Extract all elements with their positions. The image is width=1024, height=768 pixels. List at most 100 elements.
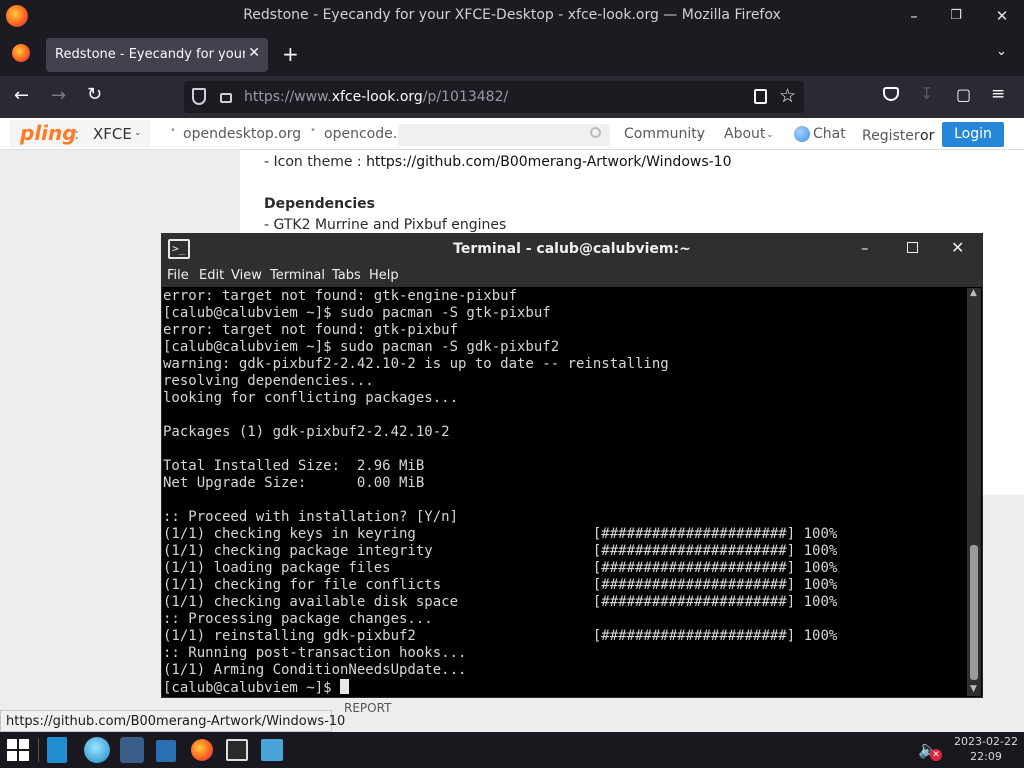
close-icon[interactable]: ✕ <box>992 6 1012 26</box>
back-icon[interactable]: ← <box>14 85 29 106</box>
terminal-line: warning: gdk-pixbuf2-2.42.10-2 is up to … <box>163 356 669 372</box>
terminal-line: (1/1) Arming ConditionNeedsUpdate... <box>163 662 467 678</box>
terminal-taskbar-icon[interactable] <box>226 739 248 761</box>
chevron-down-icon: ⌄ <box>134 128 142 138</box>
tab-title: Redstone - Eyecandy for your XFCE-Deskto… <box>55 47 245 62</box>
shield-icon[interactable] <box>192 88 206 105</box>
chat-icon[interactable] <box>794 126 810 142</box>
terminal-maximize-icon[interactable] <box>907 242 918 253</box>
terminal-title: Terminal - calub@calubviem:~ <box>453 241 691 257</box>
chevron-down-icon: ⌄ <box>696 130 704 140</box>
terminal-title-bar[interactable]: >_ Terminal - calub@calubviem:~ – ✕ <box>161 233 983 265</box>
restore-icon[interactable]: ❐ <box>946 6 966 26</box>
link-status-preview: https://github.com/B00merang-Artwork/Win… <box>0 710 345 732</box>
menu-edit[interactable]: Edit <box>199 268 224 283</box>
section-dropdown[interactable]: XFCE <box>93 125 132 143</box>
terminal-line: looking for conflicting packages... <box>163 390 459 406</box>
or-text: or <box>920 128 935 144</box>
dependencies-heading: Dependencies <box>264 196 376 212</box>
tab-close-icon[interactable]: ✕ <box>248 45 260 61</box>
link-opencode[interactable]: opencode.net <box>324 126 396 142</box>
downloads-icon[interactable]: ↧ <box>920 84 933 103</box>
terminal-line: error: target not found: gtk-pixbuf <box>163 322 459 338</box>
terminal-line: (1/1) checking available disk space [###… <box>163 594 838 610</box>
terminal-scroll-thumb[interactable] <box>970 545 978 680</box>
url-text[interactable]: https://www.xfce-look.org/p/1013482/ <box>244 89 508 105</box>
terminal-line: :: Running post-transaction hooks... <box>163 645 467 661</box>
menu-help[interactable]: Help <box>369 268 399 283</box>
terminal-line: error: target not found: gtk-engine-pixb… <box>163 288 518 304</box>
site-search-input[interactable] <box>398 124 610 146</box>
menu-view[interactable]: View <box>231 268 262 283</box>
terminal-minimize-icon[interactable]: – <box>861 239 869 257</box>
start-menu-icon[interactable] <box>7 739 29 761</box>
terminal-output[interactable]: error: target not found: gtk-engine-pixb… <box>163 288 965 696</box>
browser-title-bar: Redstone - Eyecandy for your XFCE-Deskto… <box>0 0 1024 32</box>
terminal-line: resolving dependencies... <box>163 373 374 389</box>
lock-icon[interactable] <box>220 93 232 103</box>
extensions-icon[interactable]: ▢ <box>956 85 971 104</box>
list-tabs-icon[interactable]: ⌄ <box>996 44 1007 59</box>
new-tab-icon[interactable]: + <box>282 42 299 66</box>
icon-theme-link[interactable]: https://github.com/B00merang-Artwork/Win… <box>366 154 731 170</box>
terminal-line: (1/1) checking for file conflicts [#####… <box>163 577 838 593</box>
firefox-view-icon[interactable] <box>12 44 30 62</box>
terminal-close-icon[interactable]: ✕ <box>951 238 964 257</box>
menu-icon[interactable]: ≡ <box>991 84 1005 104</box>
login-button[interactable]: Login <box>942 122 1004 147</box>
mute-badge-icon: ✕ <box>930 749 942 761</box>
menu-file[interactable]: File <box>167 268 189 283</box>
chat-link[interactable]: Chat <box>813 126 846 142</box>
menu-tabs[interactable]: Tabs <box>332 268 361 283</box>
community-dropdown[interactable]: Community <box>624 126 705 142</box>
taskbar-separator <box>38 738 39 762</box>
register-link[interactable]: Register <box>862 128 920 144</box>
terminal-line: (1/1) loading package files [###########… <box>163 560 838 576</box>
logo-colon: : <box>74 125 80 143</box>
icon-theme-line: - Icon theme : https://github.com/B00mer… <box>264 154 732 170</box>
url-bar[interactable]: https://www.xfce-look.org/p/1013482/ ☆ <box>184 81 804 113</box>
site-logo[interactable]: pling <box>20 121 77 145</box>
bookmark-star-icon[interactable]: ☆ <box>779 85 796 107</box>
file-manager-icon[interactable] <box>156 740 176 762</box>
terminal-line: Net Upgrade Size: 0.00 MiB <box>163 475 425 491</box>
image-viewer-icon[interactable] <box>261 739 283 761</box>
reader-view-icon[interactable] <box>754 89 767 104</box>
report-link[interactable]: REPORT <box>344 701 391 715</box>
chevron-down-icon: ⌄ <box>766 130 774 140</box>
terminal-line: (1/1) checking keys in keyring [########… <box>163 526 838 542</box>
tab-active[interactable]: Redstone - Eyecandy for your XFCE-Deskto… <box>46 38 268 72</box>
terminal-line: Total Installed Size: 2.96 MiB <box>163 458 425 474</box>
window-title: Redstone - Eyecandy for your XFCE-Deskto… <box>243 7 781 23</box>
scroll-down-icon[interactable]: ▼ <box>970 684 977 694</box>
clock-date: 2023-02-22 <box>954 735 1018 748</box>
about-dropdown[interactable]: About <box>724 126 765 142</box>
dot-icon: • <box>310 125 316 136</box>
settings-manager-icon[interactable] <box>120 737 144 763</box>
search-icon[interactable] <box>590 127 601 138</box>
icon-theme-label: - Icon theme : <box>264 154 367 170</box>
terminal-line: Packages (1) gdk-pixbuf2-2.42.10-2 <box>163 424 450 440</box>
minimize-icon[interactable]: – <box>904 6 924 26</box>
taskbar-clock[interactable]: 2023-02-22 22:09 <box>950 734 1022 764</box>
clock-time: 22:09 <box>970 750 1002 763</box>
terminal-cursor <box>340 679 350 694</box>
forward-icon[interactable]: → <box>51 85 66 106</box>
terminal-line: [calub@calubviem ~]$ sudo pacman -S gtk-… <box>163 305 551 321</box>
terminal-line: [calub@calubviem ~]$ <box>163 679 965 696</box>
pocket-icon[interactable] <box>883 87 899 101</box>
link-opendesktop[interactable]: opendesktop.org <box>183 126 301 142</box>
web-browser-bird-icon[interactable] <box>84 737 110 763</box>
scroll-up-icon[interactable]: ▲ <box>970 288 977 298</box>
menu-terminal[interactable]: Terminal <box>270 268 325 283</box>
dependencies-item: - GTK2 Murrine and Pixbuf engines <box>264 217 507 233</box>
terminal-line: (1/1) checking package integrity [######… <box>163 543 838 559</box>
terminal-line: (1/1) reinstalling gdk-pixbuf2 [########… <box>163 628 838 644</box>
reload-icon[interactable]: ↻ <box>87 84 102 105</box>
dot-icon: • <box>170 125 176 136</box>
text-editor-icon[interactable] <box>47 737 67 763</box>
firefox-taskbar-icon[interactable] <box>191 739 213 761</box>
taskbar <box>0 732 1024 768</box>
